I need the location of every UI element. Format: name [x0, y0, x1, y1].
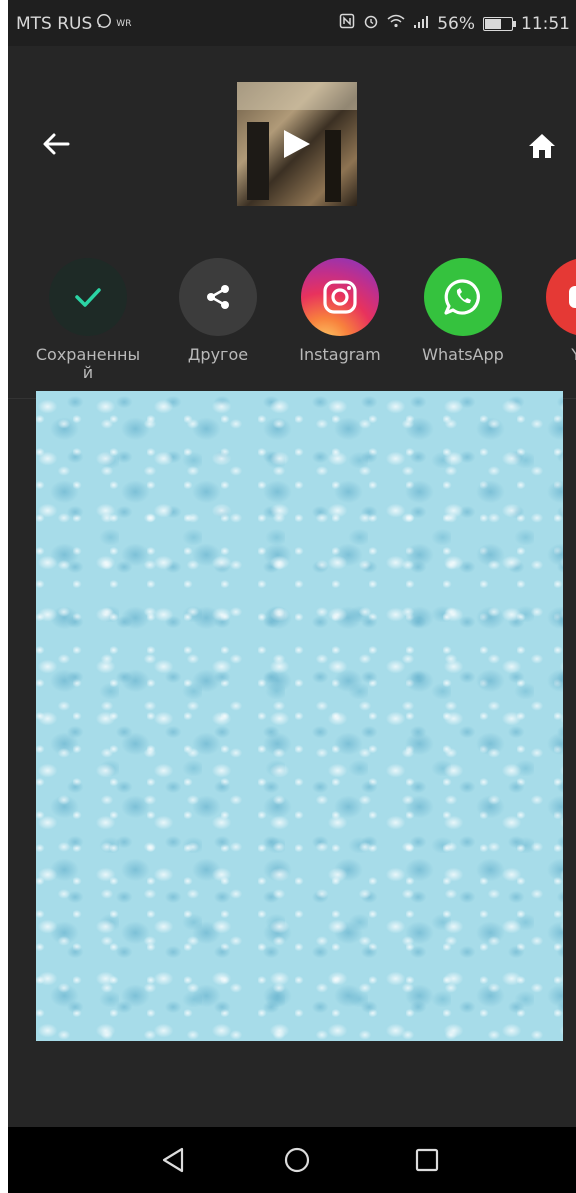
nav-recents-icon	[415, 1148, 439, 1172]
other-circle	[179, 258, 257, 336]
nav-home-button[interactable]	[280, 1143, 314, 1177]
thumbnail-figure-left	[247, 122, 269, 200]
nav-back-button[interactable]	[156, 1143, 190, 1177]
video-thumbnail[interactable]	[237, 82, 357, 206]
alarm-icon	[363, 13, 379, 34]
instagram-circle	[301, 258, 379, 336]
battery-percent: 56%	[437, 13, 475, 34]
share-saved[interactable]: Сохраненны й	[33, 258, 143, 382]
home-icon	[529, 134, 555, 158]
share-youtube-label: You	[530, 346, 576, 364]
share-other[interactable]: Другое	[163, 258, 273, 364]
youtube-icon	[569, 286, 576, 308]
clock: 11:51	[521, 13, 570, 34]
share-instagram[interactable]: Instagram	[285, 258, 395, 364]
whatsapp-circle	[424, 258, 502, 336]
back-button[interactable]	[36, 124, 76, 164]
status-left: MTS RUS WR	[16, 13, 131, 34]
preview-image-water-drops	[36, 391, 563, 1041]
share-youtube[interactable]: You	[530, 258, 576, 364]
share-instagram-label: Instagram	[299, 345, 381, 364]
wifi-icon	[387, 13, 405, 34]
status-right: 56% 11:51	[339, 13, 570, 34]
nfc-icon	[339, 13, 355, 34]
nav-home-icon	[284, 1147, 310, 1173]
carrier-extra: WR	[116, 18, 132, 29]
whatsapp-icon	[444, 279, 480, 315]
navigation-bar	[8, 1127, 576, 1193]
thumbnail-window	[237, 82, 357, 110]
instagram-icon	[323, 280, 357, 314]
battery-icon	[483, 16, 516, 31]
status-bar: MTS RUS WR 56% 11:51	[8, 0, 576, 46]
nav-recents-button[interactable]	[410, 1143, 444, 1177]
youtube-circle	[546, 258, 576, 336]
share-whatsapp[interactable]: WhatsApp	[408, 258, 518, 364]
check-icon	[75, 288, 101, 307]
arrow-left-icon	[43, 133, 70, 155]
share-whatsapp-label: WhatsApp	[422, 345, 504, 364]
nav-back-icon	[162, 1147, 184, 1173]
share-icon	[207, 285, 229, 309]
battery-fill	[485, 18, 501, 29]
play-icon	[284, 130, 310, 158]
phone-screen: MTS RUS WR 56% 11:51 Сохраненны й Другое…	[8, 0, 576, 1193]
thumbnail-figure-right	[325, 130, 341, 202]
share-saved-label: Сохраненны й	[35, 345, 141, 382]
home-button[interactable]	[522, 126, 562, 166]
signal-icon	[413, 14, 429, 34]
carrier-name: MTS RUS	[16, 13, 93, 34]
whatsapp-notification-icon	[96, 13, 112, 34]
saved-circle	[49, 258, 127, 336]
share-other-label: Другое	[187, 345, 249, 364]
